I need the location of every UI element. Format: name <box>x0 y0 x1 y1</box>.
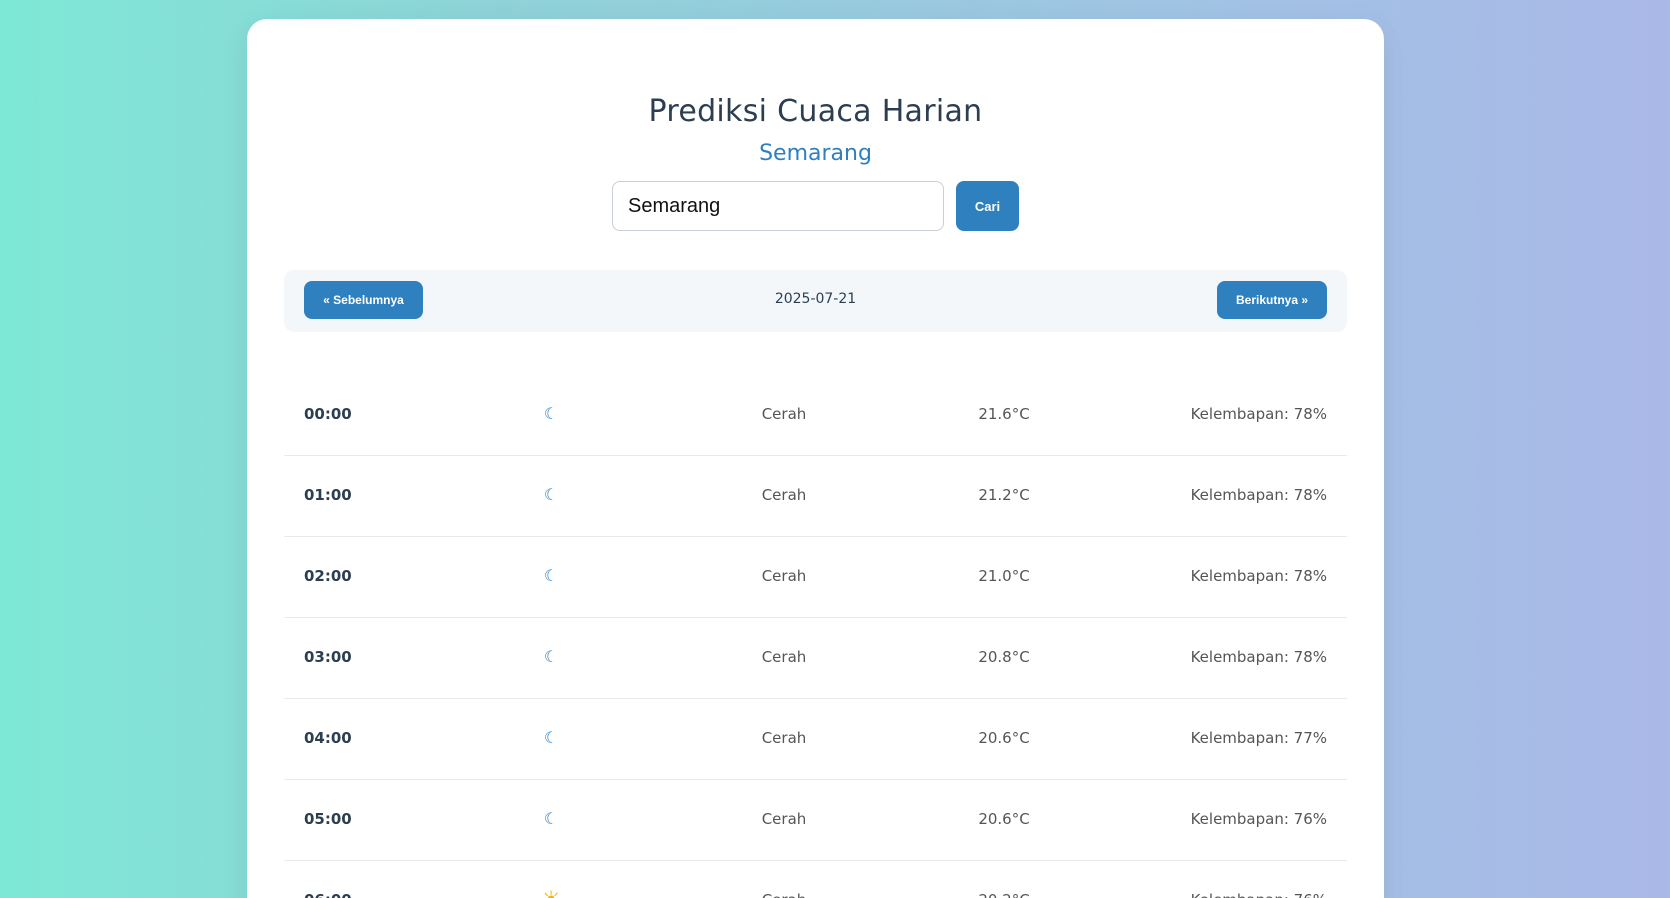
forecast-row: 03:00 ☾ Cerah 20.8°C Kelembapan: 78% <box>284 618 1347 699</box>
forecast-condition: Cerah <box>724 861 844 898</box>
forecast-humidity: Kelembapan: 78% <box>1190 648 1327 666</box>
forecast-condition: Cerah <box>761 567 807 585</box>
forecast-row: 01:00 ☾ Cerah 21.2°C Kelembapan: 78% <box>284 456 1347 537</box>
moon-icon: ☾ <box>543 566 559 585</box>
forecast-humidity: Kelembapan: 76% <box>1190 810 1327 828</box>
forecast-time: 01:00 <box>304 486 352 504</box>
forecast-humidity: Kelembapan: 78% <box>1190 405 1327 423</box>
forecast-row: 02:00 ☾ Cerah 21.0°C Kelembapan: 78% <box>284 537 1347 618</box>
forecast-condition: Cerah <box>761 486 807 504</box>
moon-icon: ☾ <box>543 404 559 423</box>
moon-icon: ☾ <box>543 809 559 828</box>
forecast-temperature: 21.6°C <box>978 405 1030 423</box>
forecast-humidity: Kelembapan: 78% <box>1190 567 1327 585</box>
forecast-condition: Cerah <box>761 405 807 423</box>
forecast-time: 05:00 <box>304 810 352 828</box>
forecast-condition: Cerah <box>761 729 807 747</box>
forecast-temperature: 20.6°C <box>978 810 1030 828</box>
moon-icon: ☾ <box>543 647 559 666</box>
search-button[interactable]: Cari <box>956 181 1019 231</box>
page-title: Prediksi Cuaca Harian <box>648 94 983 129</box>
forecast-condition: Cerah <box>761 810 807 828</box>
moon-icon: ☾ <box>543 728 559 747</box>
city-name: Semarang <box>759 141 872 166</box>
forecast-temperature: 21.2°C <box>978 486 1030 504</box>
forecast-time: 03:00 <box>304 648 352 666</box>
date-navigation: « Sebelumnya 2025-07-21 Berikutnya » <box>284 270 1347 332</box>
moon-icon: ☾ <box>543 485 559 504</box>
forecast-temperature: 21.0°C <box>978 567 1030 585</box>
forecast-temperature: 20.8°C <box>978 648 1030 666</box>
sun-icon: ☀ <box>540 886 562 898</box>
forecast-row: 06:00 ☀ Cerah 20.2°C Kelembapan: 76% <box>284 861 1347 898</box>
forecast-time: 04:00 <box>304 729 352 747</box>
next-day-button[interactable]: Berikutnya » <box>1217 281 1327 319</box>
forecast-row: 00:00 ☾ Cerah 21.6°C Kelembapan: 78% <box>284 375 1347 456</box>
forecast-temperature: 20.2°C <box>944 861 1064 898</box>
forecast-row: 04:00 ☾ Cerah 20.6°C Kelembapan: 77% <box>284 699 1347 780</box>
forecast-condition: Cerah <box>761 648 807 666</box>
forecast-humidity: Kelembapan: 76% <box>1191 861 1327 898</box>
forecast-humidity: Kelembapan: 78% <box>1190 486 1327 504</box>
forecast-row: 05:00 ☾ Cerah 20.6°C Kelembapan: 76% <box>284 780 1347 861</box>
city-search-input[interactable] <box>612 181 944 231</box>
forecast-time: 00:00 <box>304 405 352 423</box>
hourly-forecast-list: 00:00 ☾ Cerah 21.6°C Kelembapan: 78% 01:… <box>284 375 1347 898</box>
forecast-time: 06:00 <box>304 861 352 898</box>
forecast-humidity: Kelembapan: 77% <box>1190 729 1327 747</box>
forecast-time: 02:00 <box>304 567 352 585</box>
weather-card: Prediksi Cuaca Harian Semarang Cari « Se… <box>247 19 1384 898</box>
current-date: 2025-07-21 <box>774 291 857 307</box>
forecast-temperature: 20.6°C <box>978 729 1030 747</box>
